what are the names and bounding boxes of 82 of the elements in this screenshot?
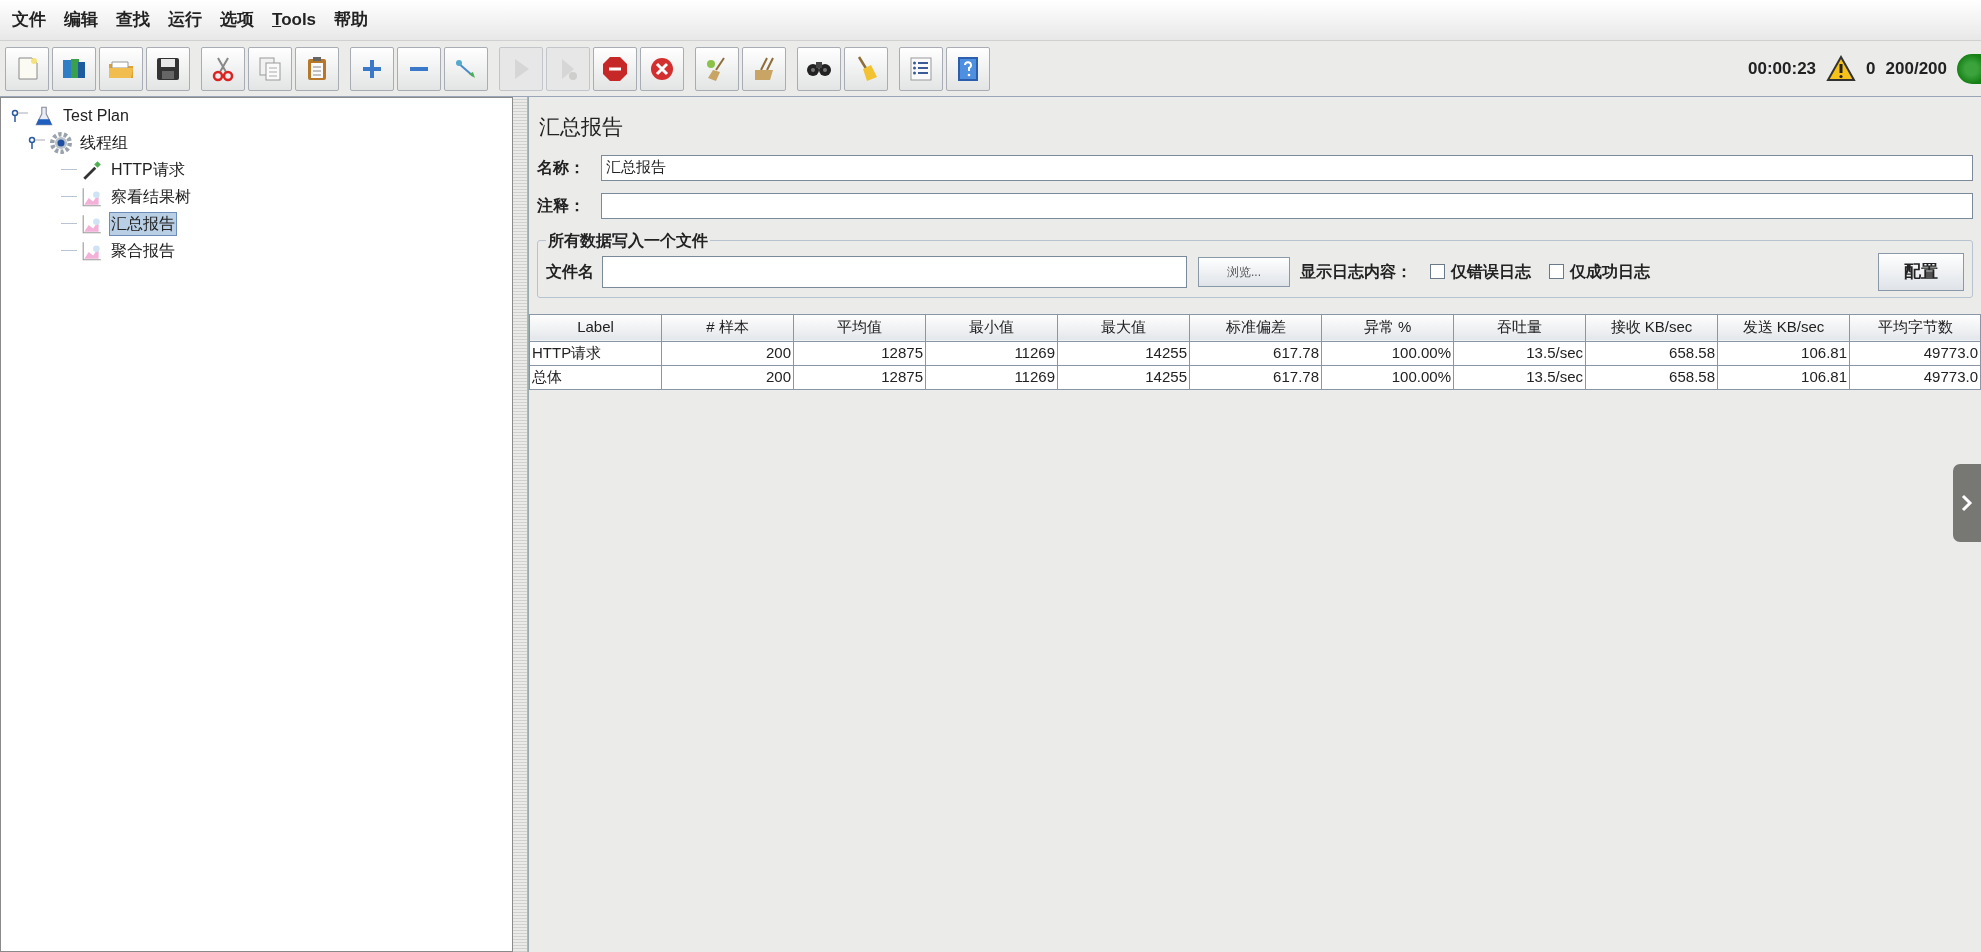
- table-cell: 总体: [529, 365, 662, 389]
- column-header[interactable]: 最大值: [1057, 314, 1190, 341]
- table-cell: 617.78: [1189, 365, 1322, 389]
- log-label: 显示日志内容：: [1300, 261, 1412, 282]
- table-cell: 11269: [925, 341, 1058, 365]
- table-cell: 49773.0: [1849, 365, 1981, 389]
- checkbox-label: 仅成功日志: [1570, 261, 1650, 282]
- table-cell: 200: [661, 341, 794, 365]
- thread-count: 200/200: [1885, 57, 1947, 80]
- graph-icon: [81, 239, 103, 262]
- table-cell: 14255: [1057, 341, 1190, 365]
- table-cell: 658.58: [1585, 341, 1718, 365]
- table-cell: 200: [661, 365, 794, 389]
- column-header[interactable]: 吞吐量: [1453, 314, 1586, 341]
- browse-button[interactable]: 浏览...: [1198, 256, 1290, 287]
- side-panel-toggle[interactable]: [1953, 464, 1981, 542]
- column-header[interactable]: 最小值: [925, 314, 1058, 341]
- name-field[interactable]: 汇总报告: [601, 154, 1973, 181]
- tree-item[interactable]: 线程组: [78, 130, 130, 155]
- toolbar-button[interactable]: [946, 46, 990, 91]
- gear-icon: [50, 131, 72, 154]
- table-cell: 13.5/sec: [1453, 341, 1586, 365]
- toolbar-button[interactable]: [146, 46, 190, 91]
- filename-field[interactable]: [602, 255, 1187, 288]
- table-cell: 12875: [793, 341, 926, 365]
- table-cell: HTTP请求: [529, 341, 662, 365]
- column-header[interactable]: 异常 %: [1321, 314, 1454, 341]
- warning-icon[interactable]: [1826, 55, 1857, 82]
- menu-item[interactable]: 帮助: [332, 7, 371, 33]
- column-header[interactable]: # 样本: [661, 314, 794, 341]
- checkbox-label: 仅错误日志: [1451, 261, 1531, 282]
- section-legend: 所有数据写入一个文件: [546, 228, 710, 253]
- toolbar-button[interactable]: [797, 46, 841, 91]
- field-label: 注释：: [537, 195, 586, 216]
- expand-handle-icon[interactable]: [28, 135, 46, 150]
- tree-item[interactable]: 聚合报告: [109, 238, 177, 263]
- column-header[interactable]: 接收 KB/sec: [1585, 314, 1718, 341]
- menu-item[interactable]: 文件: [10, 7, 48, 33]
- table-cell: 100.00%: [1321, 365, 1454, 389]
- toolbar-button[interactable]: [52, 46, 96, 91]
- menu-item[interactable]: 编辑: [62, 7, 100, 33]
- panel-title: 汇总报告: [539, 114, 624, 140]
- expand-handle-icon[interactable]: [11, 108, 29, 123]
- warning-count: 0: [1866, 57, 1876, 80]
- graph-icon: [81, 212, 103, 235]
- table-cell: 617.78: [1189, 341, 1322, 365]
- table-cell: 12875: [793, 365, 926, 389]
- comment-field[interactable]: [601, 192, 1973, 219]
- menu-item[interactable]: Tools: [270, 7, 319, 33]
- dropper-icon: [81, 158, 103, 181]
- tree-item[interactable]: HTTP请求: [109, 157, 187, 182]
- menu-item[interactable]: 运行: [166, 7, 204, 33]
- table-cell: 14255: [1057, 365, 1190, 389]
- binoculars-icon: [807, 61, 831, 76]
- minus-icon: [410, 66, 428, 71]
- table-cell: 658.58: [1585, 365, 1718, 389]
- table-cell: 11269: [925, 365, 1058, 389]
- menu-item[interactable]: 选项: [218, 7, 256, 33]
- table-cell: 106.81: [1717, 341, 1850, 365]
- graph-icon: [81, 185, 103, 208]
- column-header[interactable]: 平均字节数: [1849, 314, 1981, 341]
- column-header[interactable]: 平均值: [793, 314, 926, 341]
- column-header[interactable]: Label: [529, 314, 662, 341]
- chevron-right-icon: [1961, 493, 1973, 513]
- column-header[interactable]: 发送 KB/sec: [1717, 314, 1850, 341]
- tree-item[interactable]: Test Plan: [61, 103, 131, 128]
- column-header[interactable]: 标准偏差: [1189, 314, 1322, 341]
- toolbar-button[interactable]: [899, 46, 943, 91]
- table-cell: 106.81: [1717, 365, 1850, 389]
- checkbox[interactable]: [1430, 264, 1445, 279]
- config-button[interactable]: 配置: [1878, 252, 1964, 291]
- field-label: 名称：: [537, 157, 586, 178]
- table-cell: 100.00%: [1321, 341, 1454, 365]
- table-cell: 13.5/sec: [1453, 365, 1586, 389]
- checkbox[interactable]: [1549, 264, 1564, 279]
- tree-item[interactable]: 察看结果树: [109, 184, 193, 209]
- menu-item[interactable]: 查找: [114, 7, 152, 33]
- flask-icon: [33, 104, 55, 127]
- field-label: 文件名: [546, 261, 594, 282]
- elapsed-time: 00:00:23: [1748, 57, 1817, 80]
- table-cell: 49773.0: [1849, 341, 1981, 365]
- tree-item[interactable]: 汇总报告: [109, 211, 177, 236]
